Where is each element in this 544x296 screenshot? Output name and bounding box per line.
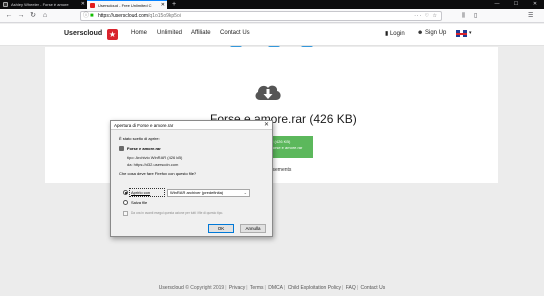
advertisements-label: tisements: [270, 167, 292, 173]
dialog-filename: Forse e amore.rar: [127, 146, 161, 151]
chevron-down-icon[interactable]: ▾: [469, 30, 472, 36]
ok-button[interactable]: OK: [208, 224, 234, 233]
site-info-icon[interactable]: ⓘ: [83, 12, 89, 20]
new-tab-button[interactable]: +: [172, 0, 176, 9]
nav-unlimited[interactable]: Unlimited: [157, 30, 182, 36]
browser-tab-active[interactable]: Userscloud - Free Unlimited C ✕: [87, 0, 167, 9]
dialog-type: tipo: Archivio WinRAR (426 kB): [127, 155, 183, 160]
tab-close-icon[interactable]: ✕: [81, 0, 85, 9]
lock-icon[interactable]: ■: [90, 13, 96, 19]
open-with-radio[interactable]: [123, 190, 128, 195]
signup-link[interactable]: ☻ Sign Up: [417, 30, 446, 36]
address-bar[interactable]: ⓘ ■ https://userscloud.com/q1o15o9kp5oi …: [80, 11, 442, 21]
back-icon[interactable]: ←: [4, 11, 14, 21]
save-file-radio[interactable]: [123, 200, 128, 205]
browser-tab[interactable]: Ashley Wheeler - Forse è amore ✕: [0, 0, 87, 9]
reload-icon[interactable]: ↻: [28, 11, 38, 21]
tab-favicon-icon: [90, 3, 95, 8]
dialog-question: Che cosa deve fare Firefox con questo fi…: [119, 171, 197, 176]
remember-label: Da ora in avanti esegui questa azione pe…: [131, 211, 224, 215]
sidebar-icon[interactable]: ▯: [474, 11, 477, 21]
site-header: Userscloud ★ Home Unlimited Affiliate Co…: [0, 24, 544, 46]
nav-contact-us[interactable]: Contact Us: [220, 30, 250, 36]
library-icon[interactable]: ⫼: [462, 11, 465, 21]
forward-icon[interactable]: →: [16, 11, 26, 21]
url-text: https://userscloud.com/q1o15o9kp5oi: [98, 13, 181, 19]
tab-close-icon[interactable]: ✕: [161, 1, 165, 9]
footer-link-faq[interactable]: FAQ: [346, 285, 356, 291]
open-with-select[interactable]: WinRAR archiver (predefinita) ⌄: [167, 189, 250, 197]
footer-copyright: © Copyright 2019: [185, 285, 225, 291]
footer-link-child-policy[interactable]: Child Exploitation Policy: [288, 285, 341, 291]
dialog-intro: È stato scelto di aprire:: [119, 136, 160, 141]
footer-link-contact[interactable]: Contact Us: [360, 285, 385, 291]
star-icon[interactable]: ★: [107, 29, 118, 40]
save-file-label[interactable]: Salva file: [131, 200, 147, 205]
open-file-dialog: Apertura di Forse e amore.rar ✕ È stato …: [110, 120, 273, 237]
dialog-body: È stato scelto di aprire: Forse e amore.…: [111, 130, 272, 227]
remember-checkbox[interactable]: [123, 211, 128, 216]
tab-label: Ashley Wheeler - Forse è amore: [11, 2, 69, 7]
archive-file-icon: [119, 146, 124, 151]
dialog-titlebar[interactable]: Apertura di Forse e amore.rar ✕: [111, 121, 272, 130]
tab-label: Userscloud - Free Unlimited C: [98, 3, 152, 8]
footer-link-privacy[interactable]: Privacy: [229, 285, 245, 291]
site-footer: Userscloud © Copyright 2019| Privacy| Te…: [158, 285, 386, 291]
footer-link-terms[interactable]: Terms: [250, 285, 264, 291]
footer-link-dmca[interactable]: DMCA: [268, 285, 283, 291]
maximize-icon[interactable]: ☐: [507, 0, 525, 9]
dialog-from: da: https://d32.userscdn.com: [127, 162, 179, 167]
nav-home[interactable]: Home: [131, 30, 147, 36]
nav-affiliate[interactable]: Affiliate: [191, 30, 211, 36]
login-link[interactable]: ▮ Login: [385, 30, 405, 37]
home-icon[interactable]: ⌂: [40, 11, 50, 21]
open-with-label[interactable]: Aprirlo con: [131, 190, 150, 195]
menu-icon[interactable]: ☰: [528, 11, 533, 21]
footer-brand[interactable]: Userscloud: [159, 285, 184, 291]
window-close-icon[interactable]: ✕: [526, 0, 544, 9]
browser-tab-strip: Ashley Wheeler - Forse è amore ✕ Userscl…: [0, 0, 544, 9]
cloud-download-icon: [255, 85, 281, 100]
cancel-button[interactable]: Annulla: [240, 224, 266, 233]
site-logo[interactable]: Userscloud: [64, 30, 102, 37]
dialog-title: Apertura di Forse e amore.rar: [114, 123, 174, 128]
minimize-icon[interactable]: —: [488, 0, 506, 9]
page-actions-icon[interactable]: ··· ♡ ☆: [414, 12, 438, 20]
dialog-close-icon[interactable]: ✕: [264, 121, 269, 130]
tab-favicon-icon: [3, 2, 8, 7]
browser-toolbar: ← → ↻ ⌂ ⓘ ■ https://userscloud.com/q1o15…: [0, 9, 544, 23]
chevron-down-icon: ⌄: [243, 190, 247, 195]
uk-flag-icon[interactable]: [456, 30, 467, 37]
